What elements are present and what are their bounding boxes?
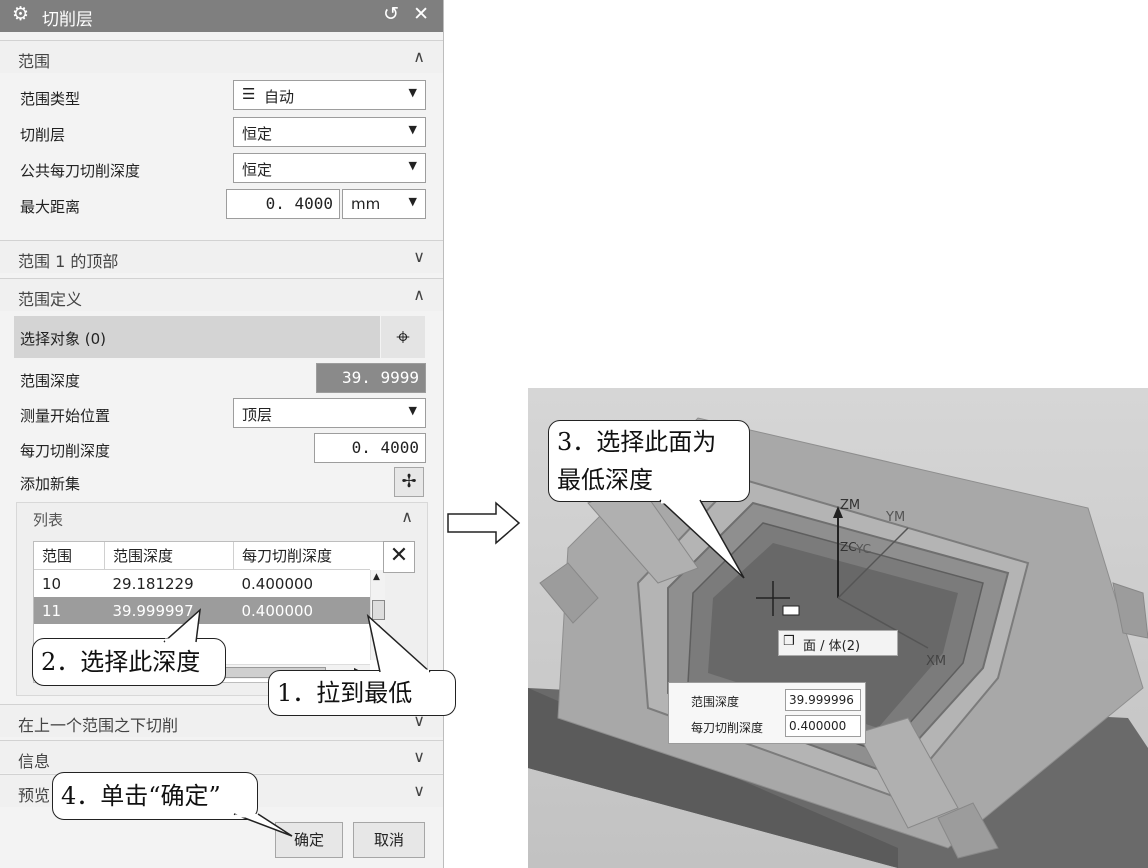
section-cut-below-label: 在上一个范围之下切削 [18,716,179,735]
cell-range: 10 [42,574,62,593]
cut-layer-label: 切削层 [20,126,66,144]
max-distance-input[interactable]: 0. 4000 [226,189,340,219]
chevron-down-icon[interactable]: ∨ [413,247,425,266]
gear-icon: ⚙ [12,3,30,25]
cell-per-cut: 0.400000 [241,601,314,620]
list-header-row: 范围 范围深度 每刀切削深度 [34,542,370,570]
onscreen-input-box: 范围深度 39.999996 每刀切削深度 0.400000 [668,682,866,744]
onscreen-cut-input[interactable]: 0.400000 [785,715,861,737]
axis-xm-label: XM [926,654,947,669]
section-range-label: 范围 [18,52,51,71]
dropdown-arrow-icon: ▼ [408,86,417,99]
list-title: 列表 [33,511,64,529]
col-range-header[interactable]: 范围 [34,542,105,570]
face-body-tooltip: ❒ 面 / 体(2) [778,630,898,656]
section-range-def[interactable]: 范围定义 ∧ [0,278,443,311]
col-per-cut-header[interactable]: 每刀切削深度 [234,542,371,570]
cut-layer-select[interactable]: 恒定 ▼ [233,117,426,147]
delete-icon[interactable]: ✕ [383,541,415,573]
onscreen-cut-value: 0.400000 [789,719,847,733]
scroll-up-icon[interactable]: ▲ [373,572,380,582]
cell-depth: 29.181229 [112,574,194,593]
callout-pointer [659,499,745,579]
onscreen-depth-input[interactable]: 39.999996 [785,689,861,711]
section-range-def-label: 范围定义 [18,290,83,309]
cell-range: 11 [42,601,62,620]
cell-per-cut: 0.400000 [241,574,314,593]
table-row[interactable]: 10 29.181229 0.400000 [34,570,370,598]
face-body-tooltip-text: 面 / 体(2) [803,639,861,654]
chevron-up-icon[interactable]: ∧ [413,47,425,66]
per-cut-depth-input[interactable]: 0. 4000 [314,433,426,463]
dropdown-arrow-icon: ▼ [408,195,417,208]
range-type-value: 自动 [264,88,295,106]
axis-ym-label: YM [886,510,906,525]
crosshair-select-icon[interactable]: ⌖ [381,316,425,358]
callout-pointer [163,608,201,643]
chevron-down-icon[interactable]: ∨ [413,781,425,800]
axis-yc-label: YC [856,542,872,556]
section-range1-top-label: 范围 1 的顶部 [18,252,119,271]
cancel-button[interactable]: 取消 [353,822,425,858]
add-new-set-button[interactable]: ✢ [394,467,424,497]
onscreen-depth-value: 39.999996 [789,693,854,707]
section-range[interactable]: 范围 ∧ [0,40,443,73]
callout-pointer [366,613,431,673]
callout-pointer [233,813,293,837]
section-range1-top[interactable]: 范围 1 的顶部 ∨ [0,240,443,273]
range-type-select[interactable]: ☰ 自动 ▼ [233,80,426,110]
measure-start-label: 测量开始位置 [20,407,111,425]
section-preview-label: 预览 [18,786,51,805]
col-depth-header[interactable]: 范围深度 [104,542,234,570]
cube-icon: ❒ [783,634,795,649]
range-type-label: 范围类型 [20,90,81,108]
chevron-up-icon[interactable]: ∧ [413,285,425,304]
common-depth-select[interactable]: 恒定 ▼ [233,153,426,183]
onscreen-depth-label: 范围深度 [691,695,740,709]
reset-close-icons[interactable]: ↺ ✕ [383,3,433,25]
cut-layer-value: 恒定 [242,125,273,143]
dropdown-arrow-icon: ▼ [408,123,417,136]
select-object-row[interactable]: 选择对象 (0) [14,316,380,358]
axis-zm-label: ZM [840,498,861,513]
dropdown-arrow-icon: ▼ [408,404,417,417]
add-new-set-label: 添加新集 [20,475,81,493]
range-depth-input[interactable]: 39. 9999 [316,363,426,393]
select-object-label: 选择对象 (0) [20,330,107,348]
range-depth-value: 39. 9999 [341,368,419,387]
callout-drag-lowest: 1．拉到最低 [268,670,456,716]
unit-value: mm [351,195,381,213]
dropdown-arrow-icon: ▼ [408,159,417,172]
chevron-up-icon[interactable]: ∧ [401,507,413,526]
right-arrow-icon [447,501,521,545]
max-distance-value: 0. 4000 [265,194,333,213]
chevron-down-icon[interactable]: ∨ [413,747,425,766]
max-distance-label: 最大距离 [20,198,81,216]
auto-range-icon: ☰ [242,85,256,103]
measure-start-value: 顶层 [242,406,273,424]
common-depth-value: 恒定 [242,161,273,179]
unit-select[interactable]: mm ▼ [342,189,426,219]
dialog-title: 切削层 [42,10,93,30]
onscreen-cut-label: 每刀切削深度 [691,721,764,735]
per-cut-depth-value: 0. 4000 [351,438,419,457]
per-cut-depth-label: 每刀切削深度 [20,442,111,460]
section-info-label: 信息 [18,752,51,771]
axis-zc-label: ZC [840,540,857,554]
section-info[interactable]: 信息 ∨ [0,740,443,773]
dialog-titlebar: ⚙ 切削层 ↺ ✕ [0,0,443,32]
measure-start-select[interactable]: 顶层 ▼ [233,398,426,428]
common-depth-label: 公共每刀切削深度 [20,162,141,180]
range-depth-label: 范围深度 [20,372,81,390]
cut-layer-dialog: ⚙ 切削层 ↺ ✕ 范围 ∧ 范围类型 ☰ 自动 ▼ 切削层 恒定 ▼ 公共每刀… [0,0,444,868]
